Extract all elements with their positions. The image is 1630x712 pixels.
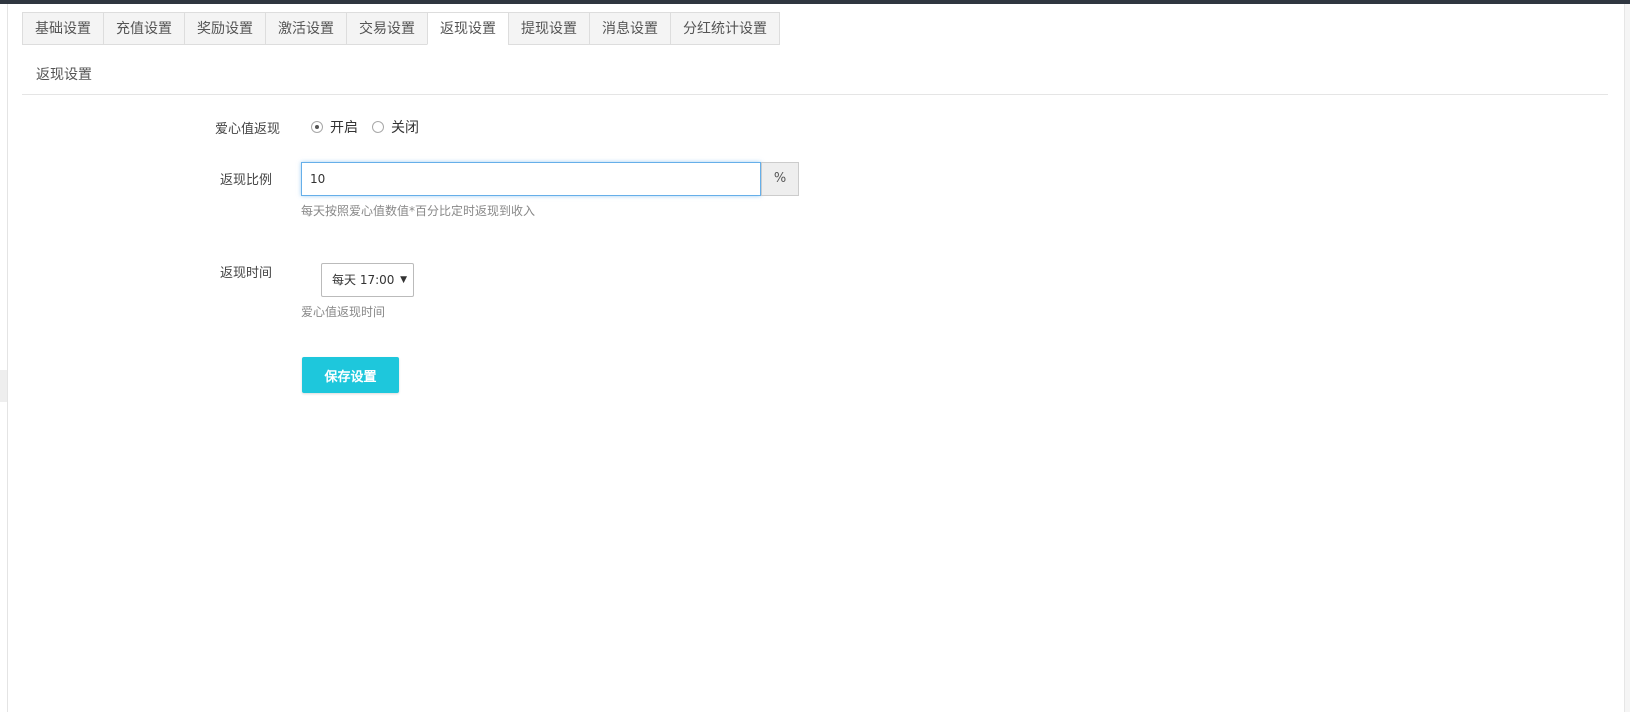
tab-activation-settings[interactable]: 激活设置	[265, 12, 346, 45]
cashback-time-help: 爱心值返现时间	[301, 305, 386, 319]
tab-message-settings[interactable]: 消息设置	[589, 12, 670, 45]
cashback-toggle-label: 爱心值返现	[214, 122, 280, 137]
section-title: 返现设置	[36, 67, 92, 83]
tab-basic-settings[interactable]: 基础设置	[22, 12, 103, 45]
top-bar	[0, 0, 1630, 4]
tab-cashback-settings[interactable]: 返现设置	[427, 12, 508, 45]
cashback-ratio-help: 每天按照爱心值数值*百分比定时返现到收入	[301, 204, 536, 218]
settings-tabs: 基础设置 充值设置 奖励设置 激活设置 交易设置 返现设置 提现设置 消息设置 …	[22, 12, 780, 45]
tab-reward-settings[interactable]: 奖励设置	[184, 12, 265, 45]
cashback-toggle-group: 开启 关闭	[311, 117, 433, 137]
radio-on[interactable]	[311, 121, 323, 133]
radio-off[interactable]	[372, 121, 384, 133]
chevron-down-icon: ▼	[400, 275, 407, 285]
left-sidebar-edge	[7, 4, 8, 712]
cashback-ratio-label: 返现比例	[219, 173, 272, 188]
cashback-time-value: 每天 17:00	[332, 273, 395, 287]
tab-dividend-settings[interactable]: 分红统计设置	[670, 12, 780, 45]
cashback-time-select[interactable]: 每天 17:00 ▼	[321, 263, 414, 297]
cashback-time-label: 返现时间	[219, 266, 272, 281]
cashback-ratio-input[interactable]	[301, 162, 761, 196]
radio-off-label[interactable]: 关闭	[391, 117, 419, 137]
sidebar-collapse-handle[interactable]	[0, 370, 7, 402]
tab-withdraw-settings[interactable]: 提现设置	[508, 12, 589, 45]
scrollbar[interactable]	[1624, 4, 1630, 712]
save-settings-button[interactable]: 保存设置	[302, 357, 399, 393]
tab-recharge-settings[interactable]: 充值设置	[103, 12, 184, 45]
tab-trade-settings[interactable]: 交易设置	[346, 12, 427, 45]
section-divider	[22, 94, 1608, 95]
percent-addon: %	[761, 162, 799, 196]
radio-on-label[interactable]: 开启	[330, 117, 358, 137]
